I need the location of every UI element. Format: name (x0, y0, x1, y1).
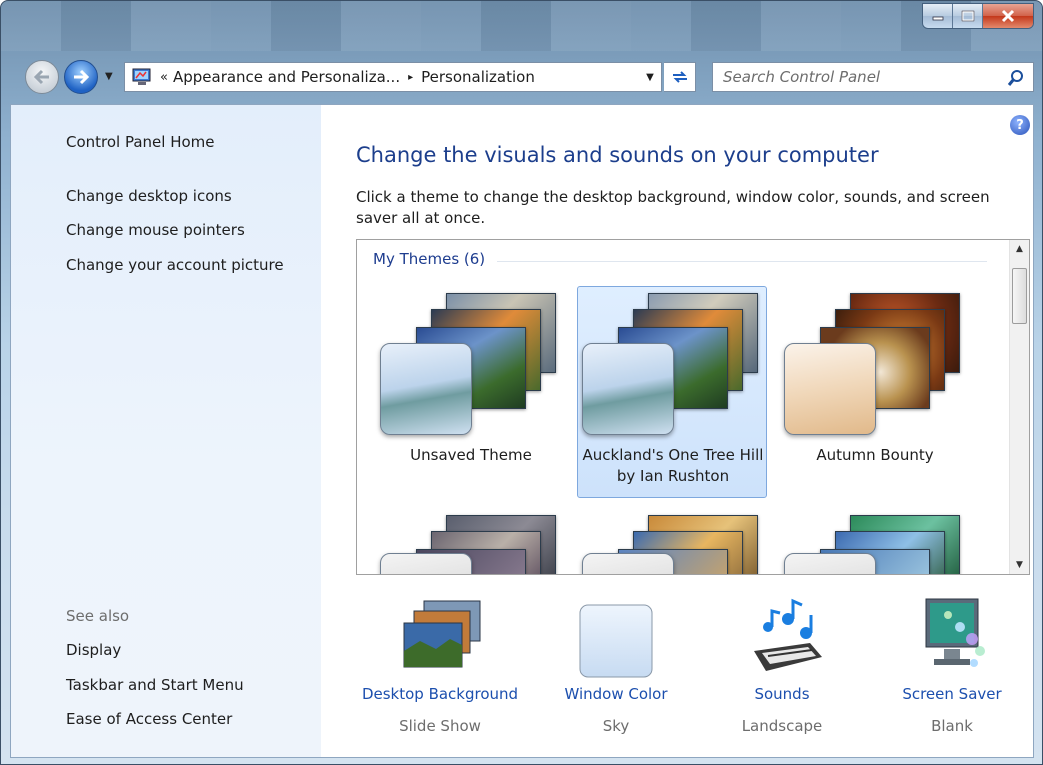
sounds-value: Landscape (741, 717, 823, 735)
control-panel-home-link[interactable]: Control Panel Home (66, 133, 215, 151)
group-divider (497, 261, 987, 262)
refresh-button[interactable] (664, 62, 696, 92)
window-color-label[interactable]: Window Color (521, 685, 711, 703)
theme-preview-unsaved (376, 287, 566, 437)
maximize-icon (961, 10, 974, 22)
change-desktop-icons-link[interactable]: Change desktop icons (66, 187, 232, 205)
desktop-background-value: Slide Show (399, 717, 481, 735)
search-button[interactable] (1005, 67, 1027, 89)
scroll-thumb[interactable] (1012, 268, 1027, 324)
theme-row2-3[interactable] (779, 508, 969, 574)
theme-preview-autumn (780, 287, 970, 437)
close-icon (1001, 9, 1015, 23)
screen-saver-value: Blank (931, 717, 973, 735)
forward-arrow-icon (74, 69, 90, 85)
breadcrumb-personalization[interactable]: Personalization (421, 68, 535, 86)
display-link[interactable]: Display (66, 641, 121, 659)
maximize-button[interactable] (953, 4, 983, 28)
theme-name: Autumn Bounty (816, 446, 934, 464)
my-themes-group-header: My Themes (6) (373, 250, 486, 268)
main-pane: ? Change the visuals and sounds on your … (321, 105, 1033, 757)
change-account-picture-link[interactable]: Change your account picture (66, 256, 284, 274)
page-description: Click a theme to change the desktop back… (356, 188, 990, 227)
desktop-background-label[interactable]: Desktop Background (345, 685, 535, 703)
desktop-background-icon (390, 593, 490, 678)
theme-auckland[interactable]: Auckland's One Tree Hill by Ian Rushton (577, 286, 767, 498)
theme-unsaved[interactable]: Unsaved Theme (375, 286, 565, 498)
theme-preview-auckland (578, 287, 768, 437)
control-panel-icon (129, 66, 155, 88)
change-mouse-pointers-link[interactable]: Change mouse pointers (66, 221, 245, 239)
scroll-up-button[interactable]: ▲ (1010, 240, 1029, 258)
screen-saver-label[interactable]: Screen Saver (857, 685, 1042, 703)
theme-row2-2[interactable] (577, 508, 767, 574)
address-bar[interactable]: « Appearance and Personaliza... ▸ Person… (124, 62, 662, 92)
scroll-down-button[interactable]: ▼ (1010, 556, 1029, 574)
breadcrumb-separator[interactable]: ▸ (408, 72, 413, 83)
caption-buttons (922, 3, 1034, 29)
search-box[interactable] (712, 62, 1034, 92)
forward-button[interactable] (64, 60, 98, 94)
window: ▼ « Appearance and Personaliza... ▸ Pers… (0, 0, 1043, 765)
breadcrumb-appearance[interactable]: Appearance and Personaliza... (173, 68, 400, 86)
screen-saver-icon (902, 593, 1002, 678)
back-arrow-icon (33, 69, 49, 85)
help-icon[interactable]: ? (1010, 115, 1030, 135)
minimize-icon (932, 16, 943, 21)
theme-name: Unsaved Theme (410, 446, 532, 464)
search-icon (1007, 70, 1023, 86)
window-color-icon (566, 593, 666, 678)
close-button[interactable] (983, 4, 1033, 28)
window-color-value: Sky (602, 717, 630, 735)
recent-pages-dropdown[interactable]: ▼ (105, 71, 113, 82)
theme-settings-bar: Desktop Background Slide Show Window Col… (321, 593, 1033, 753)
breadcrumb-overflow[interactable]: « (160, 70, 168, 85)
page-title: Change the visuals and sounds on your co… (356, 143, 879, 167)
see-also-heading: See also (66, 607, 130, 625)
address-dropdown-button[interactable]: ▼ (639, 63, 661, 91)
ease-of-access-link[interactable]: Ease of Access Center (66, 710, 232, 728)
theme-row2-1[interactable] (375, 508, 565, 574)
task-pane: Control Panel Home Change desktop icons … (11, 105, 321, 757)
taskbar-start-menu-link[interactable]: Taskbar and Start Menu (66, 676, 244, 694)
theme-list: My Themes (6) Unsaved Theme Auckland's O… (356, 239, 1030, 575)
search-input[interactable] (723, 64, 1003, 90)
sounds-icon (732, 593, 832, 678)
minimize-button[interactable] (923, 4, 953, 28)
content-area: Control Panel Home Change desktop icons … (10, 104, 1034, 758)
theme-name: Auckland's One Tree Hill by Ian Rushton (582, 446, 764, 485)
refresh-icon (672, 71, 687, 83)
back-button[interactable] (25, 60, 59, 94)
navigation-bar: ▼ « Appearance and Personaliza... ▸ Pers… (1, 56, 1042, 96)
theme-autumn-bounty[interactable]: Autumn Bounty (779, 286, 969, 498)
theme-list-scrollbar[interactable]: ▲ ▼ (1009, 240, 1029, 574)
sounds-label[interactable]: Sounds (687, 685, 877, 703)
title-bar (1, 1, 1042, 51)
